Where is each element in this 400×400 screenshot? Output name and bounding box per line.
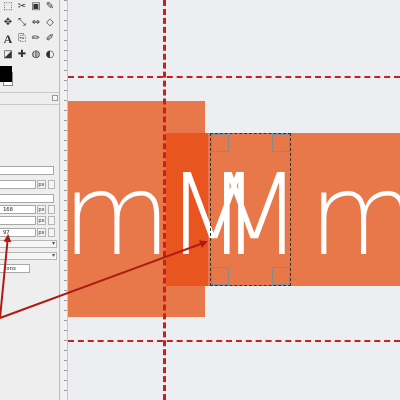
- option-dropdown[interactable]: ▾: [0, 252, 57, 260]
- unit-select[interactable]: px: [37, 180, 46, 189]
- option-dropdown[interactable]: ▾: [0, 240, 57, 248]
- vertical-ruler[interactable]: [61, 0, 68, 400]
- spin-button[interactable]: [48, 228, 55, 237]
- active-layer-boundary[interactable]: [210, 133, 291, 286]
- clone-icon[interactable]: ⎘: [15, 32, 29, 46]
- spin-button[interactable]: [48, 205, 55, 214]
- foreground-color-swatch[interactable]: [0, 66, 12, 82]
- unit-select[interactable]: px: [37, 216, 46, 225]
- tool-option-field-1[interactable]: [0, 166, 54, 175]
- dock-separator: [0, 104, 59, 105]
- tool-option-field-4[interactable]: [0, 216, 36, 225]
- unit-select[interactable]: px: [37, 205, 46, 214]
- spin-button[interactable]: [48, 216, 55, 225]
- color-picker-icon[interactable]: ✎: [43, 0, 57, 14]
- brush-icon[interactable]: ✐: [43, 32, 57, 46]
- left-dock: ⬚ ✂ ▣ ✎ ✥ ⤡ ⇔ ◇ A ⎘ ✏ ✐ ◪ ✚ ◍ ◐ px 168 px px 97 px ▾ ▾ …: [0, 0, 60, 400]
- rect-select-icon[interactable]: ⬚: [1, 0, 15, 14]
- tool-option-field-2[interactable]: [0, 180, 36, 189]
- eraser-icon[interactable]: ◪: [1, 48, 15, 62]
- cage-icon[interactable]: ◇: [43, 16, 57, 30]
- paint-bucket-icon[interactable]: ▣: [29, 0, 43, 14]
- chevron-down-icon: ▾: [51, 240, 55, 247]
- toolbox: ⬚ ✂ ▣ ✎ ✥ ⤡ ⇔ ◇ A ⎘ ✏ ✐ ◪ ✚ ◍ ◐: [1, 0, 59, 62]
- image-canvas[interactable]: mM Mm: [68, 0, 400, 400]
- transform-handle-top-left[interactable]: [211, 134, 229, 152]
- pencil-icon[interactable]: ✏: [29, 32, 43, 46]
- dock-separator: [0, 92, 59, 93]
- scale-icon[interactable]: ⤡: [15, 16, 29, 30]
- spin-button[interactable]: [48, 180, 55, 189]
- text-tool-icon[interactable]: A: [1, 32, 15, 46]
- dock-menu-button[interactable]: [52, 95, 58, 101]
- move-icon[interactable]: ✥: [1, 16, 15, 30]
- chevron-down-icon: ▾: [51, 252, 55, 259]
- heal-icon[interactable]: ✚: [15, 48, 29, 62]
- smudge-icon[interactable]: ◍: [29, 48, 43, 62]
- transform-handle-bottom-right[interactable]: [272, 267, 290, 285]
- guide-horizontal-bottom[interactable]: [68, 340, 400, 342]
- flip-icon[interactable]: ⇔: [29, 16, 43, 30]
- transform-handle-top-right[interactable]: [272, 134, 290, 152]
- scissors-icon[interactable]: ✂: [15, 0, 29, 14]
- unit-select[interactable]: px: [37, 228, 46, 237]
- size-field[interactable]: 168: [0, 205, 36, 214]
- guide-vertical[interactable]: [163, 0, 166, 400]
- guide-horizontal-top[interactable]: [68, 76, 400, 78]
- gimp-window: ⬚ ✂ ▣ ✎ ✥ ⤡ ⇔ ◇ A ⎘ ✏ ✐ ◪ ✚ ◍ ◐ px 168 px px 97 px ▾ ▾ …: [0, 0, 400, 400]
- tool-option-field-6[interactable]: ions: [0, 264, 30, 273]
- transform-handle-bottom-left[interactable]: [211, 267, 229, 285]
- letter-spacing-field[interactable]: 97: [0, 228, 36, 237]
- tool-option-field-3[interactable]: [0, 194, 54, 203]
- dodge-icon[interactable]: ◐: [43, 48, 57, 62]
